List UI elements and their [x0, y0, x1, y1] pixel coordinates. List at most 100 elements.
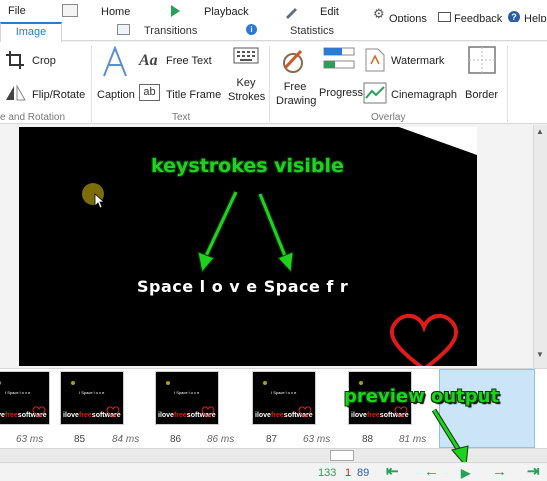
frame-number: 88: [362, 434, 374, 445]
click-dot: [166, 381, 170, 385]
thumb-brand-a: ilove: [63, 412, 79, 419]
progress-icon: [323, 47, 355, 69]
flip-rotate-button[interactable]: Flip/Rotate: [32, 89, 85, 101]
menu-edit[interactable]: Edit: [320, 6, 339, 18]
group-label-overlay: Overlay: [371, 112, 406, 123]
play-preview-icon[interactable]: ▶: [461, 466, 470, 481]
click-dot: [359, 381, 363, 385]
selected-frames-count: 1: [345, 467, 352, 479]
free-drawing-button[interactable]: Free Drawing: [276, 80, 316, 108]
flip-rotate-icon: [6, 84, 26, 101]
ribbon-separator: [269, 46, 270, 122]
thumb-brand-b: free: [270, 412, 284, 419]
free-text-button[interactable]: Free Text: [166, 55, 212, 67]
watermark-icon: [365, 48, 385, 72]
click-dot: [71, 381, 75, 385]
frame-number: 87: [266, 434, 278, 445]
pencil-icon: [286, 8, 297, 19]
tab-image[interactable]: Image: [0, 22, 62, 42]
menu-home[interactable]: Home: [101, 6, 130, 18]
crop-icon: [6, 51, 24, 69]
tab-statistics[interactable]: Statistics: [290, 25, 334, 37]
border-icon: [468, 46, 496, 74]
last-frame-icon[interactable]: ⇥: [527, 464, 540, 479]
frame-thumbnail[interactable]: I Space l o v eilovefreesoftware: [155, 371, 219, 425]
ribbon-tab-row: Transitions i Statistics: [0, 22, 547, 41]
tab-transitions[interactable]: Transitions: [144, 25, 197, 37]
feedback-icon: [438, 12, 451, 22]
key-strokes-button[interactable]: Key Strokes: [228, 76, 265, 104]
keystroke-overlay-text: Space l o v e Space f r: [137, 277, 349, 296]
frame-thumbnail[interactable]: I Space l o v eilovefreesoftware: [60, 371, 124, 425]
scroll-up-icon[interactable]: ▲: [536, 127, 544, 136]
crop-button[interactable]: Crop: [32, 55, 56, 67]
play-icon: [171, 5, 180, 17]
next-frame-icon[interactable]: →: [492, 464, 507, 479]
group-label-text: Text: [172, 112, 191, 123]
annotation-arrows: [197, 190, 294, 274]
thumb-caption: I Space l o v e: [79, 390, 105, 395]
frame-delay: 84 ms: [112, 434, 140, 445]
border-button[interactable]: Border: [465, 89, 498, 101]
caption-button[interactable]: Caption: [97, 89, 135, 101]
home-icon: [62, 4, 78, 17]
ribbon-separator: [91, 46, 92, 122]
thumb-caption: I Space l o v e: [271, 390, 297, 395]
cinemagraph-icon: [363, 82, 387, 104]
menu-file[interactable]: File: [8, 5, 26, 17]
frame-corner-shape: [399, 127, 477, 155]
click-dot: [0, 381, 1, 385]
annotation-keystrokes: keystrokes visible: [151, 155, 344, 177]
frame-delay: 63 ms: [303, 434, 331, 445]
info-icon: i: [246, 24, 257, 35]
previous-frame-icon[interactable]: ←: [424, 464, 439, 479]
free-drawing-icon: [283, 49, 303, 73]
click-dot: [263, 381, 267, 385]
free-text-icon: Aa: [139, 52, 158, 69]
frame-delay: 81 ms: [399, 434, 427, 445]
frame-number: 85: [74, 434, 86, 445]
thumb-heart-icon: [32, 406, 46, 418]
gear-icon: ⚙: [373, 6, 385, 21]
frame-number: 86: [170, 434, 182, 445]
thumb-brand-b: free: [173, 412, 187, 419]
heart-icon: [390, 313, 458, 366]
frame-thumbnail[interactable]: I Space l o v eilovefreesoftware: [0, 371, 50, 425]
thumb-heart-icon: [298, 406, 312, 418]
transitions-icon: [117, 24, 130, 35]
cinemagraph-button[interactable]: Cinemagraph: [391, 89, 457, 101]
annotation-arrow-preview: [431, 408, 469, 468]
keyboard-icon: [233, 47, 259, 64]
ribbon-panel: [0, 42, 547, 124]
progress-button[interactable]: Progress: [319, 87, 363, 99]
title-frame-icon: ab: [139, 84, 160, 101]
thumb-brand-b: free: [4, 412, 18, 419]
total-frames-count: 133: [318, 467, 337, 479]
caption-icon: [103, 46, 127, 77]
thumb-caption: I Space l o v e: [5, 390, 31, 395]
thumb-brand-b: free: [366, 412, 380, 419]
thumb-caption: I Space l o v e: [174, 390, 200, 395]
thumb-heart-icon: [201, 406, 215, 418]
scroll-thumb[interactable]: [330, 450, 354, 461]
cursor-icon: [94, 193, 106, 209]
thumb-heart-icon: [106, 406, 120, 418]
frame-thumbnail[interactable]: I Space l o v eilovefreesoftware: [252, 371, 316, 425]
group-label-size-rotation: e and Rotation: [0, 112, 66, 123]
thumb-brand-a: ilove: [351, 412, 367, 419]
ribbon-separator: [507, 46, 508, 122]
scroll-down-icon[interactable]: ▼: [536, 350, 544, 359]
frame-delay: 86 ms: [207, 434, 235, 445]
thumb-brand-a: ilove: [255, 412, 271, 419]
vertical-scrollbar[interactable]: ▲ ▼: [533, 125, 547, 368]
menu-playback[interactable]: Playback: [204, 6, 249, 18]
title-frame-button[interactable]: Title Frame: [166, 89, 221, 101]
first-frame-icon[interactable]: ⇤: [386, 464, 399, 479]
annotation-preview: preview output: [344, 386, 500, 407]
thumb-brand-a: ilove: [158, 412, 174, 419]
frame-delay: 63 ms: [16, 434, 44, 445]
thumb-brand-b: free: [78, 412, 92, 419]
watermark-button[interactable]: Watermark: [391, 55, 444, 67]
top-menu-bar: File Home Playback Edit ⚙ Options Feedba…: [0, 0, 547, 25]
current-frame-number: 89: [357, 467, 370, 479]
